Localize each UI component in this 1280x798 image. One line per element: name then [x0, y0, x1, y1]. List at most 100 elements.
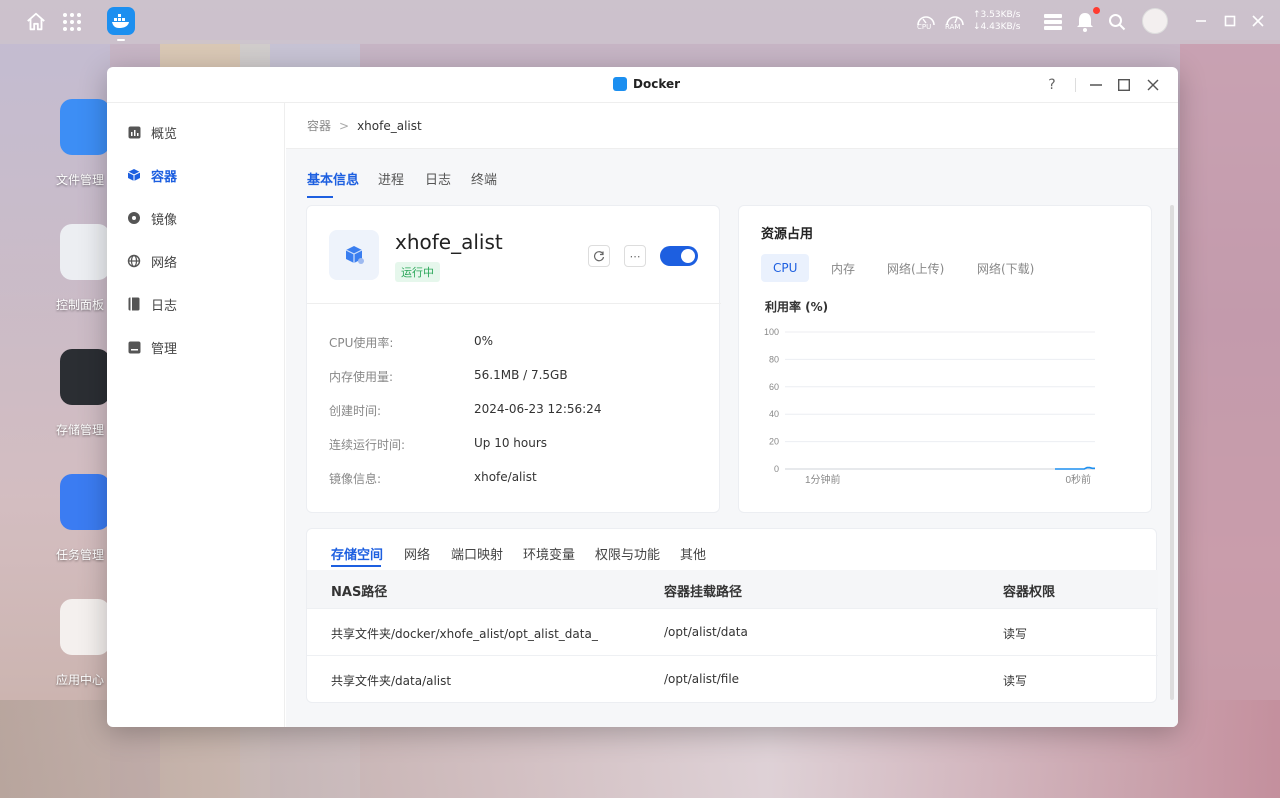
info-value: Up 10 hours [474, 436, 548, 450]
tab-basic-info[interactable]: 基本信息 [307, 169, 359, 188]
y-tick-label: 80 [769, 354, 779, 364]
resource-tab-cpu[interactable]: CPU [761, 254, 810, 282]
chart-trend-icon [60, 474, 110, 530]
column-header: 容器挂载路径 [664, 585, 743, 600]
desktop-app-label: 存储管理 [56, 423, 105, 437]
sidebar-item-containers[interactable]: 容器 [127, 163, 177, 187]
y-tick-label: 0 [774, 464, 779, 474]
restart-button[interactable] [588, 245, 610, 267]
table-row: 共享文件夹/data/alist /opt/alist/file 读写 [307, 655, 1158, 702]
sidebar-item-overview[interactable]: 概览 [127, 120, 177, 144]
top-bar: CPU RAM ↑3.53KB/s ↓4.43KB/s [0, 0, 1280, 44]
mount-path-cell: /opt/alist/data [664, 625, 748, 639]
cpu-usage-chart: 0 20 40 60 80 100 1分钟前 0秒前 [764, 327, 1095, 486]
sidebar-item-label: 镜像 [151, 212, 178, 228]
sidebar-item-label: 日志 [151, 298, 178, 314]
ram-label: RAM [945, 23, 961, 31]
window-close-icon[interactable] [1144, 76, 1162, 94]
titlebar-divider [1075, 78, 1076, 92]
notification-bell-icon[interactable] [1074, 11, 1096, 33]
docker-taskbar-icon[interactable] [107, 7, 135, 35]
column-header: 容器权限 [1003, 585, 1056, 600]
window-minimize-icon[interactable] [1087, 76, 1105, 94]
resource-usage-card: 资源占用 CPU 内存 网络(上传) 网络(下载) 利用率 (%) 0 20 40 6… [738, 205, 1152, 513]
info-key: 连续运行时间: [329, 438, 406, 452]
app-center-icon [60, 599, 110, 655]
container-name: xhofe_alist [395, 230, 503, 254]
folder-icon [60, 99, 110, 155]
info-key: 镜像信息: [329, 472, 382, 486]
breadcrumb-separator: > [339, 118, 350, 133]
sidebar-item-label: 概览 [151, 126, 178, 142]
divider [307, 303, 721, 304]
sidebar-item-label: 网络 [151, 255, 178, 271]
window-titlebar[interactable]: Docker ? [107, 67, 1178, 103]
table-row: 共享文件夹/docker/xhofe_alist/opt_alist_data_… [307, 608, 1158, 655]
more-options-button[interactable]: ⋯ [624, 245, 646, 267]
desktop-app-label: 文件管理 [56, 173, 105, 187]
storage-card: 存储空间 网络 端口映射 环境变量 权限与功能 其他 NAS路径 容器挂载路径 … [306, 528, 1158, 703]
sidebar-item-logs[interactable]: 日志 [127, 292, 177, 316]
x-tick-label: 1分钟前 [805, 473, 841, 486]
sidebar-item-manage[interactable]: 管理 [127, 335, 177, 359]
server-icon[interactable] [1042, 11, 1064, 33]
nas-path-cell: 共享文件夹/data/alist [331, 674, 452, 688]
window-title: Docker [613, 77, 680, 91]
tab-env-vars[interactable]: 环境变量 [523, 544, 575, 563]
chart-ylabel: 利用率 (%) [765, 300, 829, 314]
status-badge: 运行中 [395, 262, 440, 282]
tab-logs[interactable]: 日志 [425, 169, 451, 188]
sidebar-item-network[interactable]: 网络 [127, 249, 177, 273]
tab-processes[interactable]: 进程 [378, 169, 404, 188]
resource-tab-net-upload[interactable]: 网络(上传) [875, 254, 956, 282]
tab-port-mapping[interactable]: 端口映射 [451, 544, 503, 563]
sidebar-item-images[interactable]: 镜像 [127, 206, 177, 230]
tab-network[interactable]: 网络 [404, 544, 430, 563]
container-cube-icon [127, 168, 141, 182]
home-icon[interactable] [24, 10, 48, 34]
active-tab-indicator [307, 196, 333, 198]
container-enable-toggle[interactable] [660, 246, 698, 266]
tab-storage[interactable]: 存储空间 [331, 544, 383, 563]
desktop-maximize-icon[interactable] [1220, 11, 1240, 31]
container-info-card: xhofe_alist 运行中 ⋯ CPU使用率: 0% 内存使用量: 56.1… [306, 205, 721, 513]
overview-icon [127, 125, 141, 139]
search-icon[interactable] [1106, 11, 1128, 33]
tab-other[interactable]: 其他 [680, 544, 706, 563]
desktop-minimize-icon[interactable] [1191, 11, 1211, 31]
container-icon [329, 230, 379, 280]
desktop-app-label: 控制面板 [56, 298, 105, 312]
sidebar-item-label: 管理 [151, 341, 178, 357]
app-grid-icon[interactable] [60, 10, 84, 34]
tab-terminal[interactable]: 终端 [471, 169, 497, 188]
resource-tab-memory[interactable]: 内存 [819, 254, 867, 282]
storage-icon [60, 349, 110, 405]
net-download: ↓4.43KB/s [973, 22, 1021, 32]
scrollbar[interactable] [1170, 205, 1174, 700]
resource-tab-net-download[interactable]: 网络(下载) [965, 254, 1046, 282]
desktop-close-icon[interactable] [1248, 11, 1268, 31]
active-app-indicator [117, 39, 125, 41]
active-tab-indicator [331, 565, 381, 567]
tab-permissions[interactable]: 权限与功能 [595, 544, 660, 563]
desktop-app-label: 任务管理 [56, 548, 105, 562]
info-value: 0% [474, 334, 494, 348]
x-tick-label: 0秒前 [1065, 473, 1091, 486]
network-speed: ↑3.53KB/s ↓4.43KB/s [973, 9, 1020, 33]
info-key: 内存使用量: [329, 370, 394, 384]
globe-icon [127, 254, 141, 268]
help-icon[interactable]: ? [1043, 76, 1061, 94]
table-header: NAS路径 容器挂载路径 容器权限 [307, 570, 1158, 608]
y-tick-label: 20 [769, 437, 779, 447]
breadcrumb-parent[interactable]: 容器 [307, 117, 331, 134]
sidebar-item-label: 容器 [151, 169, 178, 185]
window-maximize-icon[interactable] [1115, 76, 1133, 94]
sidebar: 概览 容器 镜像 网络 日志 管理 [107, 103, 285, 727]
info-value: xhofe/alist [474, 470, 537, 484]
user-avatar[interactable] [1142, 8, 1168, 34]
log-book-icon [127, 297, 141, 311]
resource-title: 资源占用 [761, 227, 814, 242]
docker-logo-icon [613, 77, 627, 91]
nas-path-cell: 共享文件夹/docker/xhofe_alist/opt_alist_data_ [331, 627, 598, 641]
wallpaper-stripe [1180, 40, 1280, 798]
